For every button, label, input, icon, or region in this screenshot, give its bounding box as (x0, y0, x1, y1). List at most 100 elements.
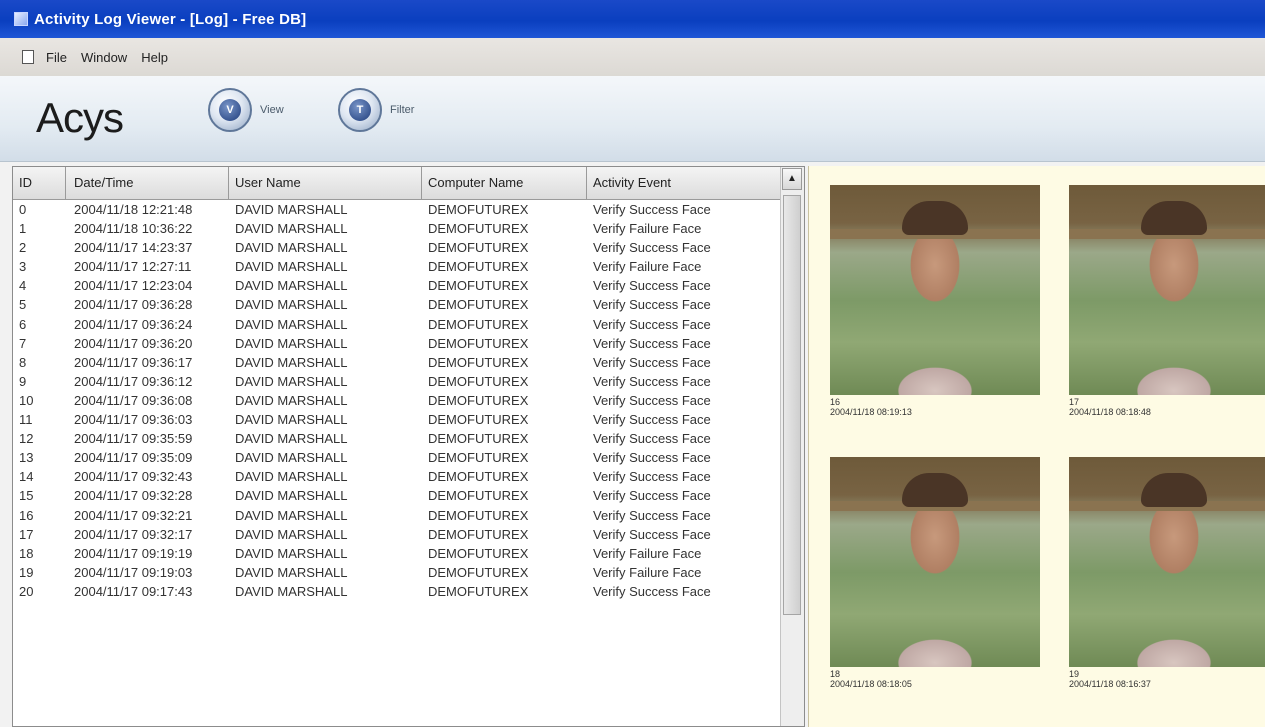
cell-id: 20 (19, 583, 34, 599)
table-row[interactable]: 13 2004/11/17 09:35:09 DAVID MARSHALL DEMOF… (13, 448, 781, 467)
cell-activity: Verify Success Face (593, 469, 711, 485)
cell-activity: Verify Success Face (593, 297, 711, 313)
table-row[interactable]: 10 2004/11/17 09:36:08 DAVID MARSHALL DEMOF… (13, 391, 781, 410)
menu-file[interactable]: File (46, 50, 67, 65)
cell-username: DAVID MARSHALL (235, 278, 348, 294)
column-header-activity[interactable]: Activity Event (587, 167, 781, 199)
cell-username: DAVID MARSHALL (235, 431, 348, 447)
column-header-computer[interactable]: Computer Name (422, 167, 587, 199)
table-row[interactable]: 5 2004/11/17 09:36:28 DAVID MARSHALL DEMOFU… (13, 295, 781, 314)
cell-id: 14 (19, 469, 34, 485)
image-id-label: 16 (830, 397, 841, 407)
image-id-label: 19 (1069, 669, 1080, 679)
column-header-datetime[interactable]: Date/Time (66, 167, 229, 199)
cell-activity: Verify Failure Face (593, 545, 702, 561)
cell-datetime: 2004/11/17 09:36:08 (74, 392, 193, 408)
image-timestamp-label: 2004/11/18 08:18:05 (830, 679, 912, 689)
table-row[interactable]: 4 2004/11/17 12:23:04 DAVID MARSHALL DEMOFU… (13, 276, 781, 295)
cell-id: 9 (19, 373, 27, 389)
cell-username: DAVID MARSHALL (235, 221, 348, 237)
cell-username: DAVID MARSHALL (235, 392, 348, 408)
image-id-label: 18 (830, 669, 841, 679)
menu-help[interactable]: Help (141, 50, 168, 65)
face-photo (1069, 185, 1265, 395)
document-icon[interactable] (22, 50, 34, 64)
vertical-scrollbar[interactable]: ▲ (780, 167, 804, 726)
view-icon: V (219, 99, 241, 121)
scroll-up-icon[interactable]: ▲ (782, 168, 802, 190)
column-header-username[interactable]: User Name (229, 167, 422, 199)
cell-id: 18 (19, 545, 34, 561)
menu-window[interactable]: Window (81, 50, 127, 65)
cell-computer: DEMOFUTUREX (428, 469, 529, 485)
face-thumbnail[interactable]: 18 2004/11/18 08:18:05 (830, 457, 1040, 689)
title-bar: Activity Log Viewer - [Log] - Free DB] (0, 0, 1265, 38)
cell-datetime: 2004/11/17 09:32:21 (74, 507, 193, 523)
cell-datetime: 2004/11/17 09:35:09 (74, 450, 193, 466)
cell-datetime: 2004/11/17 09:32:43 (74, 469, 193, 485)
cell-datetime: 2004/11/17 12:27:11 (74, 259, 192, 275)
table-row[interactable]: 6 2004/11/17 09:36:24 DAVID MARSHALL DEMOFU… (13, 315, 781, 334)
table-row[interactable]: 2 2004/11/17 14:23:37 DAVID MARSHALL DEMOFU… (13, 238, 781, 257)
view-circle-icon: V (208, 88, 252, 132)
cell-id: 4 (19, 278, 27, 294)
cell-id: 1 (19, 221, 27, 237)
table-row[interactable]: 17 2004/11/17 09:32:17 DAVID MARSHALL DEMOF… (13, 525, 781, 544)
view-button[interactable]: V View (208, 88, 284, 132)
filter-circle-icon: T (338, 88, 382, 132)
cell-computer: DEMOFUTUREX (428, 488, 529, 504)
cell-activity: Verify Success Face (593, 373, 711, 389)
cell-activity: Verify Success Face (593, 392, 711, 408)
table-row[interactable]: 7 2004/11/17 09:36:20 DAVID MARSHALL DEMOFU… (13, 334, 781, 353)
table-row[interactable]: 15 2004/11/17 09:32:28 DAVID MARSHALL DEMOF… (13, 486, 781, 505)
cell-id: 15 (19, 488, 34, 504)
table-row[interactable]: 9 2004/11/17 09:36:12 DAVID MARSHALL DEMOFU… (13, 372, 781, 391)
cell-datetime: 2004/11/18 10:36:22 (74, 221, 193, 237)
table-row[interactable]: 18 2004/11/17 09:19:19 DAVID MARSHALL DEMOF… (13, 544, 781, 563)
table-row[interactable]: 16 2004/11/17 09:32:21 DAVID MARSHALL DEMOF… (13, 506, 781, 525)
cell-datetime: 2004/11/17 09:36:28 (74, 297, 193, 313)
table-row[interactable]: 19 2004/11/17 09:19:03 DAVID MARSHALL DEMOF… (13, 563, 781, 582)
window-title: Activity Log Viewer - [Log] - Free DB] (34, 10, 307, 28)
cell-datetime: 2004/11/17 09:36:24 (74, 316, 193, 332)
cell-computer: DEMOFUTUREX (428, 297, 529, 313)
cell-computer: DEMOFUTUREX (428, 354, 529, 370)
cell-activity: Verify Success Face (593, 488, 711, 504)
cell-datetime: 2004/11/17 09:36:12 (74, 373, 193, 389)
cell-id: 19 (19, 564, 34, 580)
table-row[interactable]: 3 2004/11/17 12:27:11 DAVID MARSHALL DEMOFU… (13, 257, 781, 276)
face-thumbnail[interactable]: 19 2004/11/18 08:16:37 (1069, 457, 1265, 689)
cell-computer: DEMOFUTUREX (428, 507, 529, 523)
face-thumbnail[interactable]: 17 2004/11/18 08:18:48 (1069, 185, 1265, 417)
cell-datetime: 2004/11/17 09:17:43 (74, 583, 193, 599)
column-header-id[interactable]: ID (13, 167, 66, 199)
table-row[interactable]: 12 2004/11/17 09:35:59 DAVID MARSHALL DEMOF… (13, 429, 781, 448)
face-thumbnail[interactable]: 16 2004/11/18 08:19:13 (830, 185, 1040, 417)
cell-username: DAVID MARSHALL (235, 412, 348, 428)
cell-id: 12 (19, 431, 34, 447)
cell-computer: DEMOFUTUREX (428, 564, 529, 580)
table-row[interactable]: 20 2004/11/17 09:17:43 DAVID MARSHALL DEMOF… (13, 582, 781, 601)
image-timestamp-label: 2004/11/18 08:16:37 (1069, 679, 1151, 689)
cell-id: 2 (19, 240, 27, 256)
table-row[interactable]: 11 2004/11/17 09:36:03 DAVID MARSHALL DEMOF… (13, 410, 781, 429)
scroll-thumb[interactable] (783, 195, 801, 615)
cell-computer: DEMOFUTUREX (428, 316, 529, 332)
filter-button-label: Filter (390, 104, 415, 116)
filter-icon: T (349, 99, 371, 121)
filter-button[interactable]: T Filter (338, 88, 414, 132)
cell-id: 5 (19, 297, 27, 313)
cell-computer: DEMOFUTUREX (428, 259, 529, 275)
cell-id: 3 (19, 259, 27, 275)
table-body: 0 2004/11/18 12:21:48 DAVID MARSHALL DEMOFU… (13, 200, 781, 601)
cell-activity: Verify Success Face (593, 202, 711, 217)
cell-datetime: 2004/11/17 09:36:03 (74, 412, 193, 428)
cell-id: 7 (19, 335, 27, 351)
cell-username: DAVID MARSHALL (235, 564, 348, 580)
table-row[interactable]: 14 2004/11/17 09:32:43 DAVID MARSHALL DEMOF… (13, 467, 781, 486)
cell-datetime: 2004/11/17 14:23:37 (74, 240, 193, 256)
table-row[interactable]: 1 2004/11/18 10:36:22 DAVID MARSHALL DEMOFU… (13, 219, 781, 238)
image-id-label: 17 (1069, 397, 1080, 407)
table-row[interactable]: 8 2004/11/17 09:36:17 DAVID MARSHALL DEMOFU… (13, 353, 781, 372)
table-row[interactable]: 0 2004/11/18 12:21:48 DAVID MARSHALL DEMOFU… (13, 200, 781, 219)
